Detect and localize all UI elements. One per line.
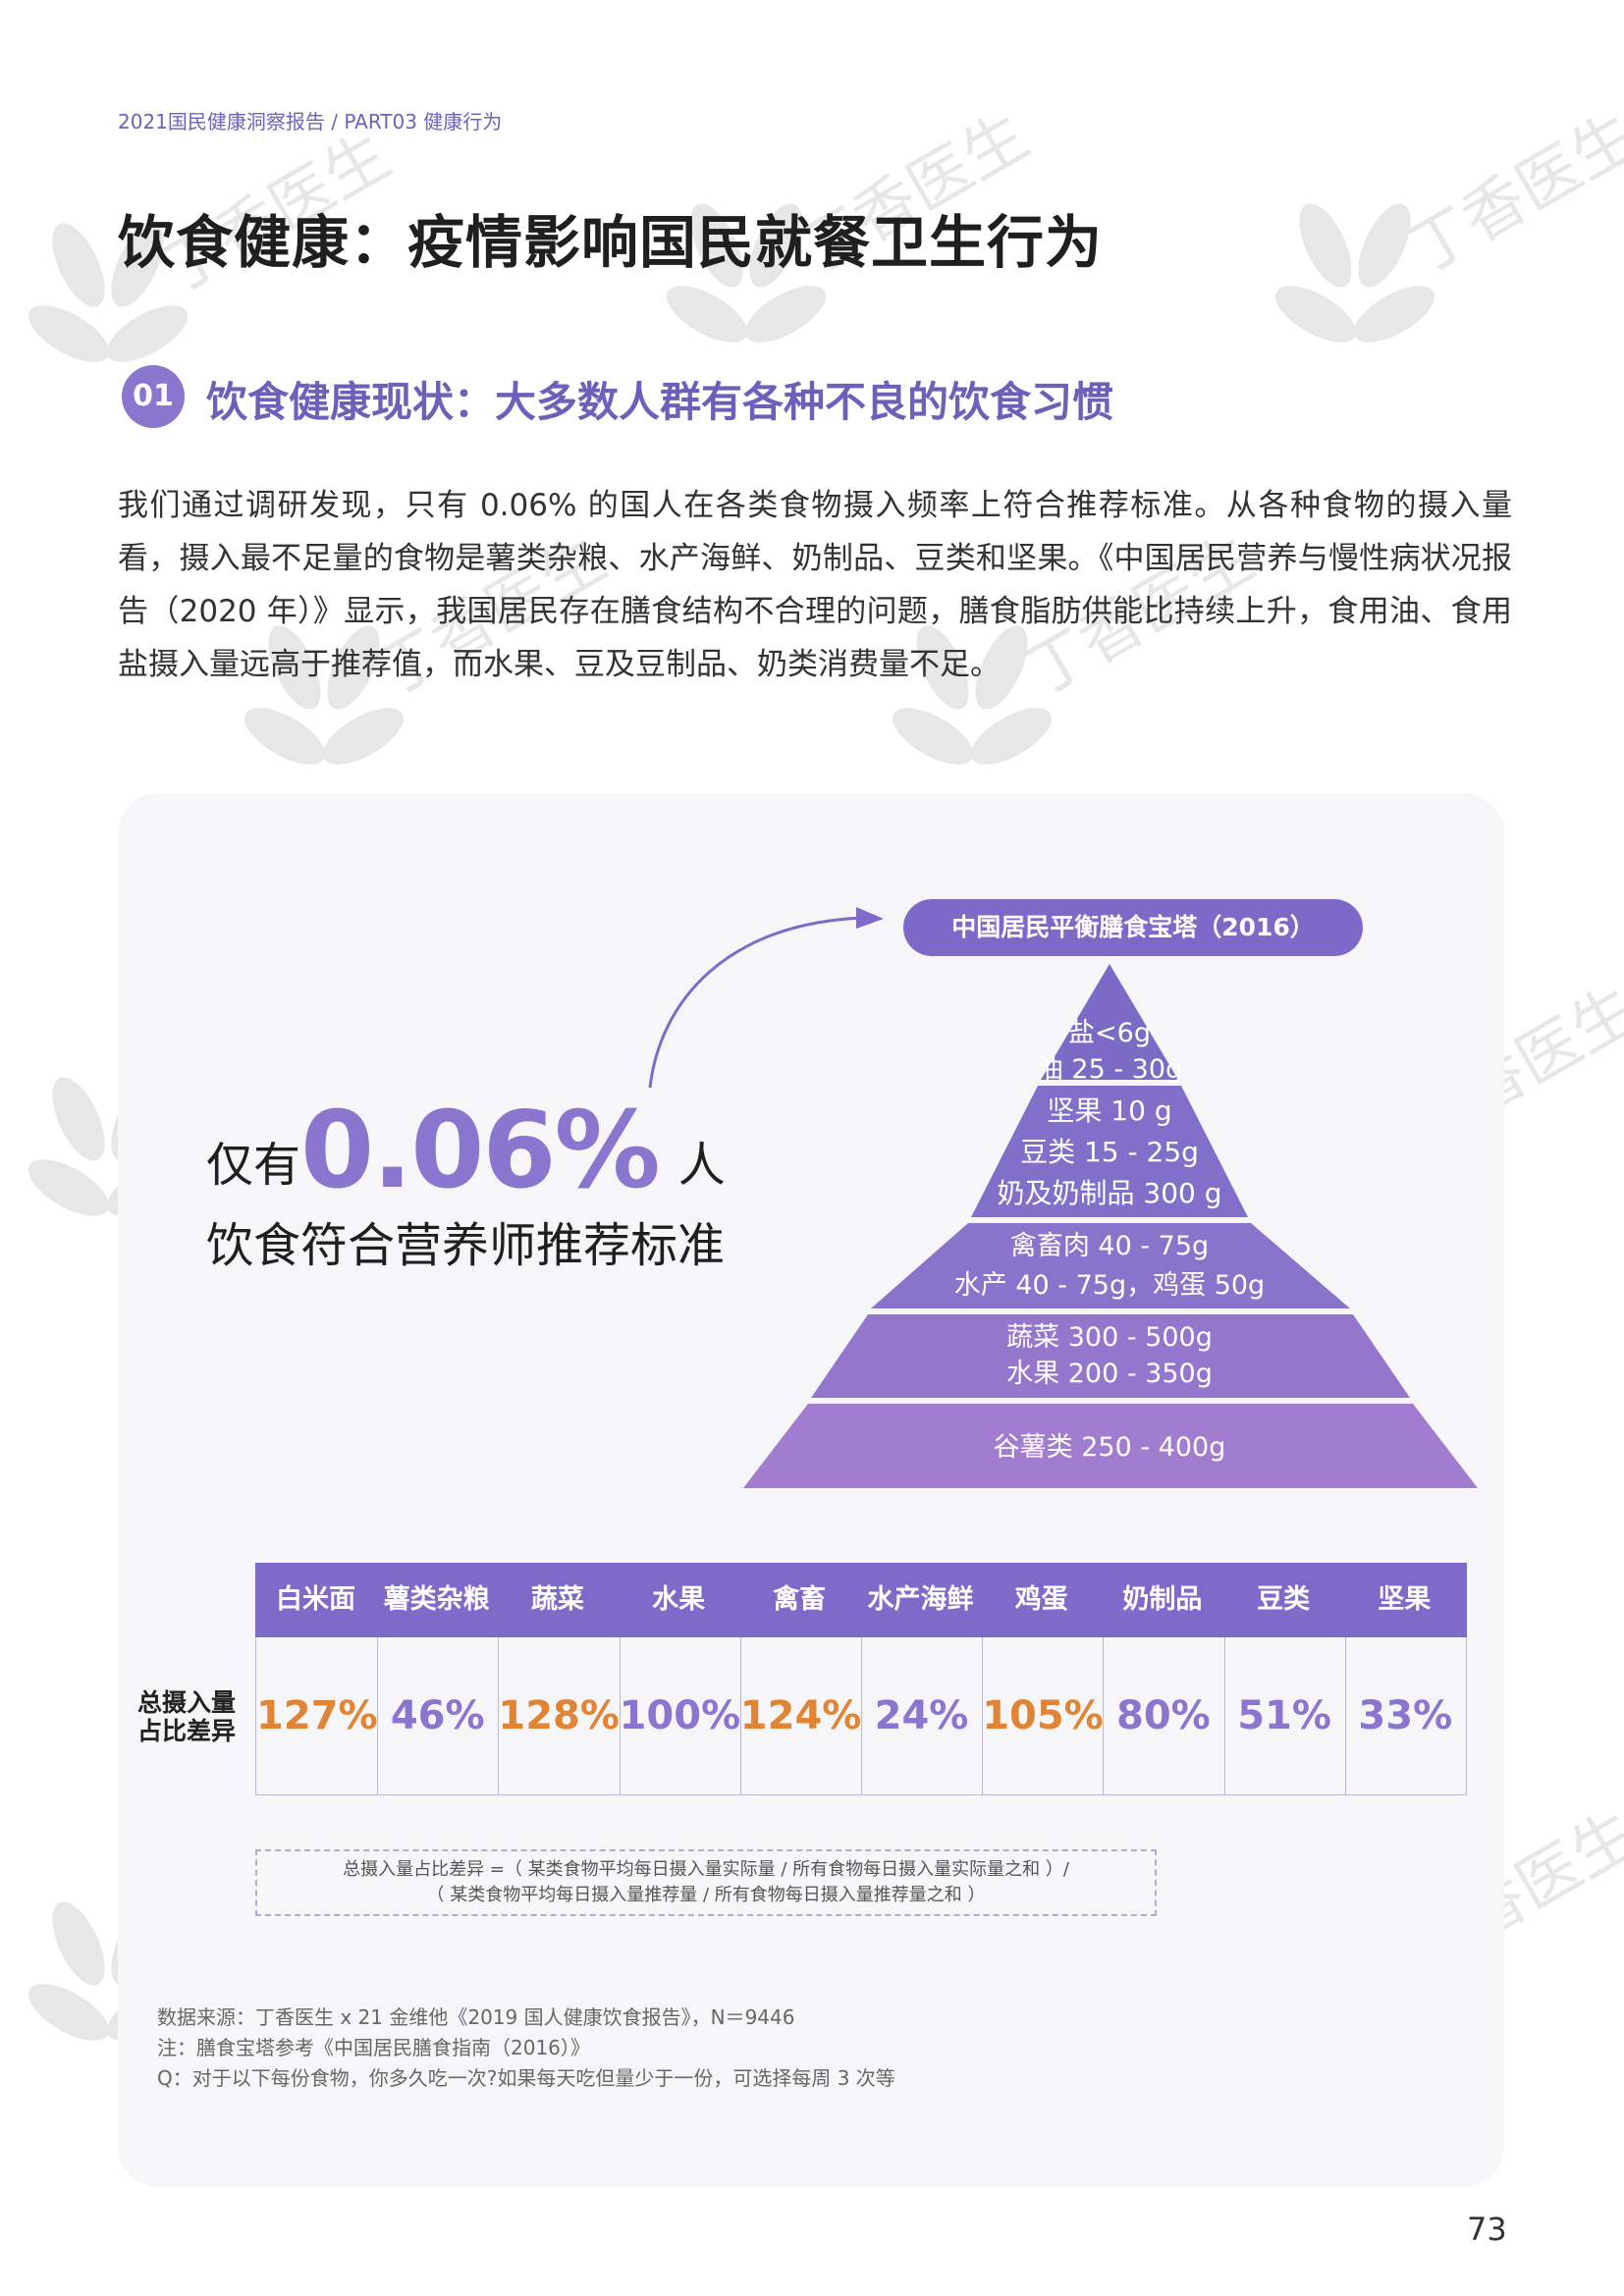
table-value-cell: 46% xyxy=(390,1693,485,1738)
pyramid-level-5-label: 谷薯类 250 - 400g xyxy=(993,1432,1226,1463)
table-header-cell: 豆类 xyxy=(1257,1584,1311,1615)
highlight-statistic: 仅有0.06% 人 饮食符合营养师推荐标准 xyxy=(206,1090,726,1275)
highlight-prefix: 仅有 xyxy=(206,1138,301,1193)
table-header-cell: 白米面 xyxy=(276,1584,355,1615)
table-body: 127% 46% 128% 100% 124% 24% 105% 80% 51% 33% xyxy=(255,1637,1467,1795)
table-divider xyxy=(861,1637,862,1794)
table-value-cell: 100% xyxy=(619,1693,741,1738)
table-value-cell: 51% xyxy=(1237,1693,1331,1738)
table-divider xyxy=(377,1637,379,1794)
note-line: 注：膳食宝塔参考《中国居民膳食指南（2016）》 xyxy=(157,2036,590,2059)
note-line: Q：对于以下每份食物，你多久吃一次?如果每天吃但量少于一份，可选择每周 3 次等 xyxy=(157,2066,895,2090)
pyramid-level-2-label: 坚果 10 g 豆类 15 - 25g 奶及奶制品 300 g xyxy=(997,1095,1222,1209)
table-header-cell: 坚果 xyxy=(1378,1584,1432,1615)
table-row-label: 总摄入量 占比差异 xyxy=(136,1688,236,1745)
table-value-cell: 124% xyxy=(739,1693,862,1738)
table-value-cell: 80% xyxy=(1116,1693,1211,1738)
formula-note: 总摄入量占比差异 =（ 某类食物平均每日摄入量实际量 / 所有食物每日摄入量实际… xyxy=(255,1849,1157,1916)
table-value-cell: 24% xyxy=(874,1693,969,1738)
table-header-cell: 蔬菜 xyxy=(530,1584,584,1615)
table-value-cell: 128% xyxy=(498,1693,620,1738)
table-value-cell: 127% xyxy=(256,1693,378,1738)
table-divider xyxy=(1223,1637,1225,1794)
note-line: 数据来源：丁香医生 x 21 金维他《2019 国人健康饮食报告》，N＝9446 xyxy=(157,2005,795,2029)
pyramid-level-4-label: 蔬菜 300 - 500g 水果 200 - 350g xyxy=(1006,1322,1213,1389)
table-value-cell: 33% xyxy=(1358,1693,1453,1738)
highlight-percent: 0.06% xyxy=(300,1090,661,1212)
highlight-caption: 饮食符合营养师推荐标准 xyxy=(206,1218,726,1273)
table-divider xyxy=(1103,1637,1105,1794)
table-header-cell: 禽畜 xyxy=(773,1584,827,1615)
table-header-cell: 薯类杂粮 xyxy=(383,1584,490,1615)
table-header-cell: 奶制品 xyxy=(1122,1584,1203,1615)
table-divider xyxy=(619,1637,621,1794)
table-header: 白米面 薯类杂粮 蔬菜 水果 禽畜 水产海鲜 鸡蛋 奶制品 豆类 坚果 xyxy=(255,1563,1467,1637)
table-divider xyxy=(982,1637,984,1794)
highlight-suffix: 人 xyxy=(677,1138,726,1193)
table-value-cell: 105% xyxy=(982,1693,1104,1738)
table-header-cell: 水产海鲜 xyxy=(867,1584,974,1615)
page-number: 73 xyxy=(1467,2211,1507,2248)
table-header-cell: 鸡蛋 xyxy=(1014,1584,1068,1615)
table-divider xyxy=(498,1637,500,1794)
pyramid-level-1-label: 盐<6g 油 25 - 30g xyxy=(1036,1018,1183,1085)
table-divider xyxy=(739,1637,741,1794)
pyramid-level-3-label: 禽畜肉 40 - 75g 水产 40 - 75g，鸡蛋 50g xyxy=(953,1231,1266,1301)
source-notes: 数据来源：丁香医生 x 21 金维他《2019 国人健康饮食报告》，N＝9446… xyxy=(157,2002,895,2094)
table-header-cell: 水果 xyxy=(652,1584,706,1615)
table-divider xyxy=(1344,1637,1346,1794)
